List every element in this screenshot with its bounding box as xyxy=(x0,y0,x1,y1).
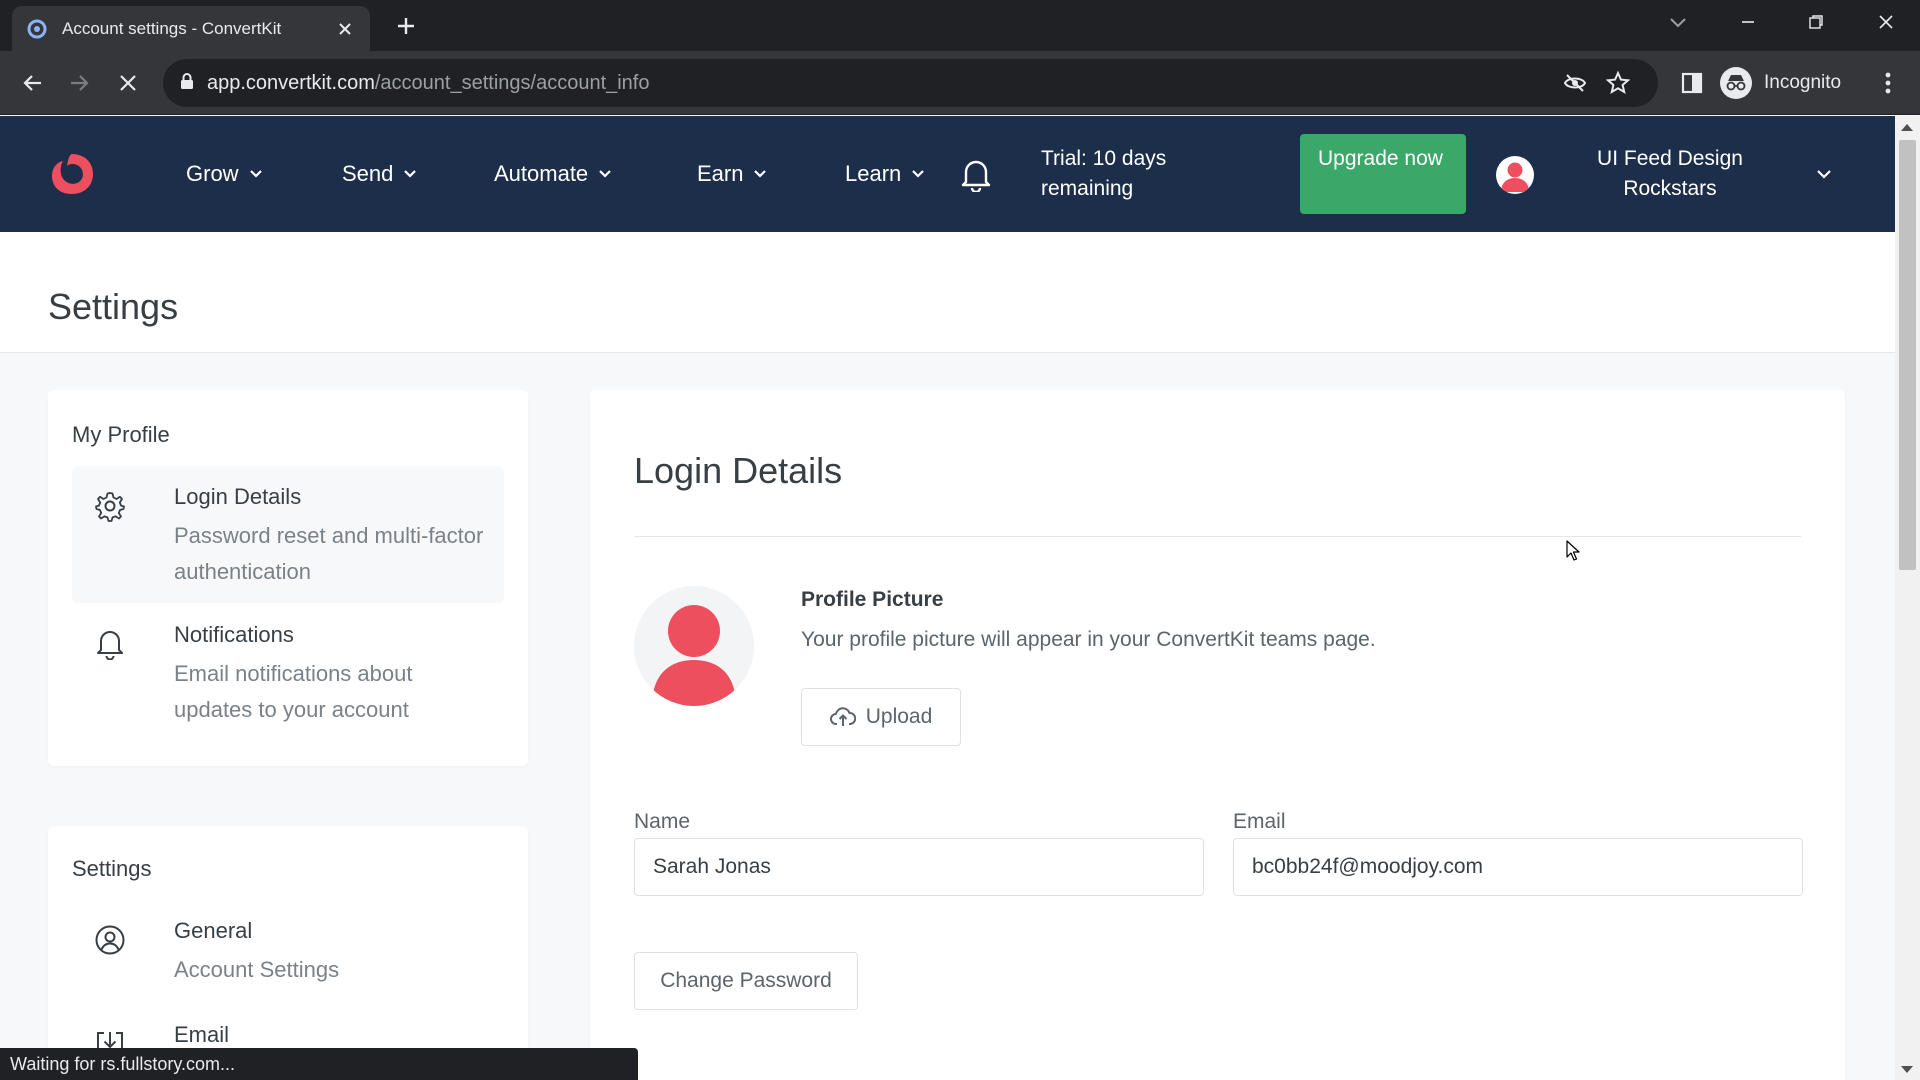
incognito-label: Incognito xyxy=(1764,72,1842,93)
browser-tab-strip: Account settings - ConvertKit xyxy=(0,0,1920,51)
sidebar-item-label: Email xyxy=(174,1022,230,1047)
scroll-down-arrow-icon[interactable] xyxy=(1901,1066,1913,1073)
nav-automate[interactable]: Automate xyxy=(494,156,612,192)
nav-learn[interactable]: Learn xyxy=(845,156,925,192)
section-divider xyxy=(634,536,1801,537)
account-name[interactable]: UI Feed Design Rockstars xyxy=(1570,144,1770,204)
sidebar-item-description: Password reset and multi-factor authenti… xyxy=(174,523,484,584)
forward-arrow-icon[interactable] xyxy=(62,65,98,101)
nav-send-label: Send xyxy=(342,161,394,186)
page-scrollbar[interactable] xyxy=(1895,116,1920,1080)
bookmark-star-icon[interactable] xyxy=(1606,71,1630,95)
change-password-button[interactable]: Change Password xyxy=(634,952,858,1010)
login-details-panel: Login Details Profile Picture Your profi… xyxy=(590,390,1845,1080)
eye-off-icon[interactable] xyxy=(1563,71,1587,95)
incognito-profile[interactable]: Incognito xyxy=(1720,61,1841,105)
back-arrow-icon[interactable] xyxy=(14,65,50,101)
gear-icon xyxy=(94,490,126,522)
close-window-icon[interactable] xyxy=(1868,8,1904,36)
section-title: Login Details xyxy=(634,450,843,491)
restore-icon[interactable] xyxy=(1798,8,1834,36)
minimize-icon[interactable] xyxy=(1730,8,1766,36)
upload-button[interactable]: Upload xyxy=(801,688,961,746)
browser-menu-icon[interactable] xyxy=(1870,65,1906,101)
account-chevron-down-icon[interactable] xyxy=(1812,162,1836,186)
app-header: Grow Send Automate Earn Learn Trial: 10 … xyxy=(0,116,1895,232)
nav-learn-label: Learn xyxy=(845,161,902,186)
sidebar-item-general[interactable]: General Account Settings xyxy=(72,902,504,992)
tab-title: Account settings - ConvertKit xyxy=(62,18,282,38)
trial-status: Trial: 10 days remaining xyxy=(1041,147,1167,200)
nav-grow[interactable]: Grow xyxy=(186,156,263,192)
close-tab-icon[interactable] xyxy=(334,18,356,40)
chevron-down-icon xyxy=(598,169,612,179)
bell-icon xyxy=(94,626,126,661)
url-host: app.convertkit.com xyxy=(207,71,375,94)
name-field[interactable] xyxy=(634,838,1204,896)
scroll-up-arrow-icon[interactable] xyxy=(1901,124,1913,131)
scroll-thumb[interactable] xyxy=(1899,140,1916,570)
browser-status-bar: Waiting for rs.fullstory.com... xyxy=(0,1048,638,1080)
nav-automate-label: Automate xyxy=(494,161,589,186)
chevron-down-icon xyxy=(911,169,925,179)
stop-loading-icon[interactable] xyxy=(110,65,146,101)
lock-icon xyxy=(179,72,195,95)
address-bar[interactable]: app.convertkit.com/account_settings/acco… xyxy=(163,59,1658,107)
page-title: Settings xyxy=(48,286,179,327)
upgrade-button[interactable]: Upgrade now xyxy=(1300,134,1466,214)
sidebar-heading-settings: Settings xyxy=(72,856,152,881)
mouse-cursor-icon xyxy=(1566,540,1582,562)
sidebar-item-notifications[interactable]: Notifications Email notifications about … xyxy=(72,604,504,741)
url-path: /account_settings/account_info xyxy=(374,71,650,94)
browser-tab[interactable]: Account settings - ConvertKit xyxy=(12,6,370,51)
nav-send[interactable]: Send xyxy=(342,156,417,192)
nav-earn[interactable]: Earn xyxy=(697,156,767,192)
sidebar-settings-card: Settings General Account Settings Email xyxy=(48,826,528,1080)
sidebar-profile-card: My Profile Login Details Password reset … xyxy=(48,390,528,766)
name-label: Name xyxy=(634,810,691,833)
avatar[interactable] xyxy=(1496,156,1534,194)
sidebar-item-login-details[interactable]: Login Details Password reset and multi-f… xyxy=(72,466,504,603)
notifications-bell-icon[interactable] xyxy=(960,156,992,194)
page-title-bar: Settings xyxy=(0,232,1895,353)
cloud-upload-icon xyxy=(829,706,856,728)
browser-toolbar: app.convertkit.com/account_settings/acco… xyxy=(0,51,1920,115)
chevron-down-icon xyxy=(249,169,263,179)
chevron-down-icon xyxy=(403,169,417,179)
convertkit-logo-icon[interactable] xyxy=(46,148,98,200)
user-circle-icon xyxy=(94,924,126,956)
sidebar-item-label: Notifications xyxy=(174,622,294,647)
sidebar-item-description: Account Settings xyxy=(174,957,340,982)
chevron-down-icon xyxy=(753,169,767,179)
nav-grow-label: Grow xyxy=(186,161,239,186)
sidebar-item-label: General xyxy=(174,918,253,943)
url-text: app.convertkit.com/account_settings/acco… xyxy=(207,72,650,95)
profile-picture xyxy=(634,586,754,706)
sidebar-item-description: Email notifications about updates to you… xyxy=(174,661,413,722)
sidebar-item-label: Login Details xyxy=(174,484,302,509)
nav-earn-label: Earn xyxy=(697,161,744,186)
side-panel-icon[interactable] xyxy=(1674,65,1710,101)
new-tab-icon[interactable] xyxy=(392,12,420,40)
upload-label: Upload xyxy=(865,705,933,728)
profile-picture-description: Your profile picture will appear in your… xyxy=(801,628,1376,651)
tab-search-chevron-icon[interactable] xyxy=(1660,8,1696,36)
email-label: Email xyxy=(1233,810,1286,833)
email-field[interactable] xyxy=(1233,838,1803,896)
incognito-icon xyxy=(1720,67,1752,99)
convertkit-favicon-icon xyxy=(26,18,48,40)
profile-picture-label: Profile Picture xyxy=(801,588,944,611)
sidebar-heading-my-profile: My Profile xyxy=(72,422,170,447)
